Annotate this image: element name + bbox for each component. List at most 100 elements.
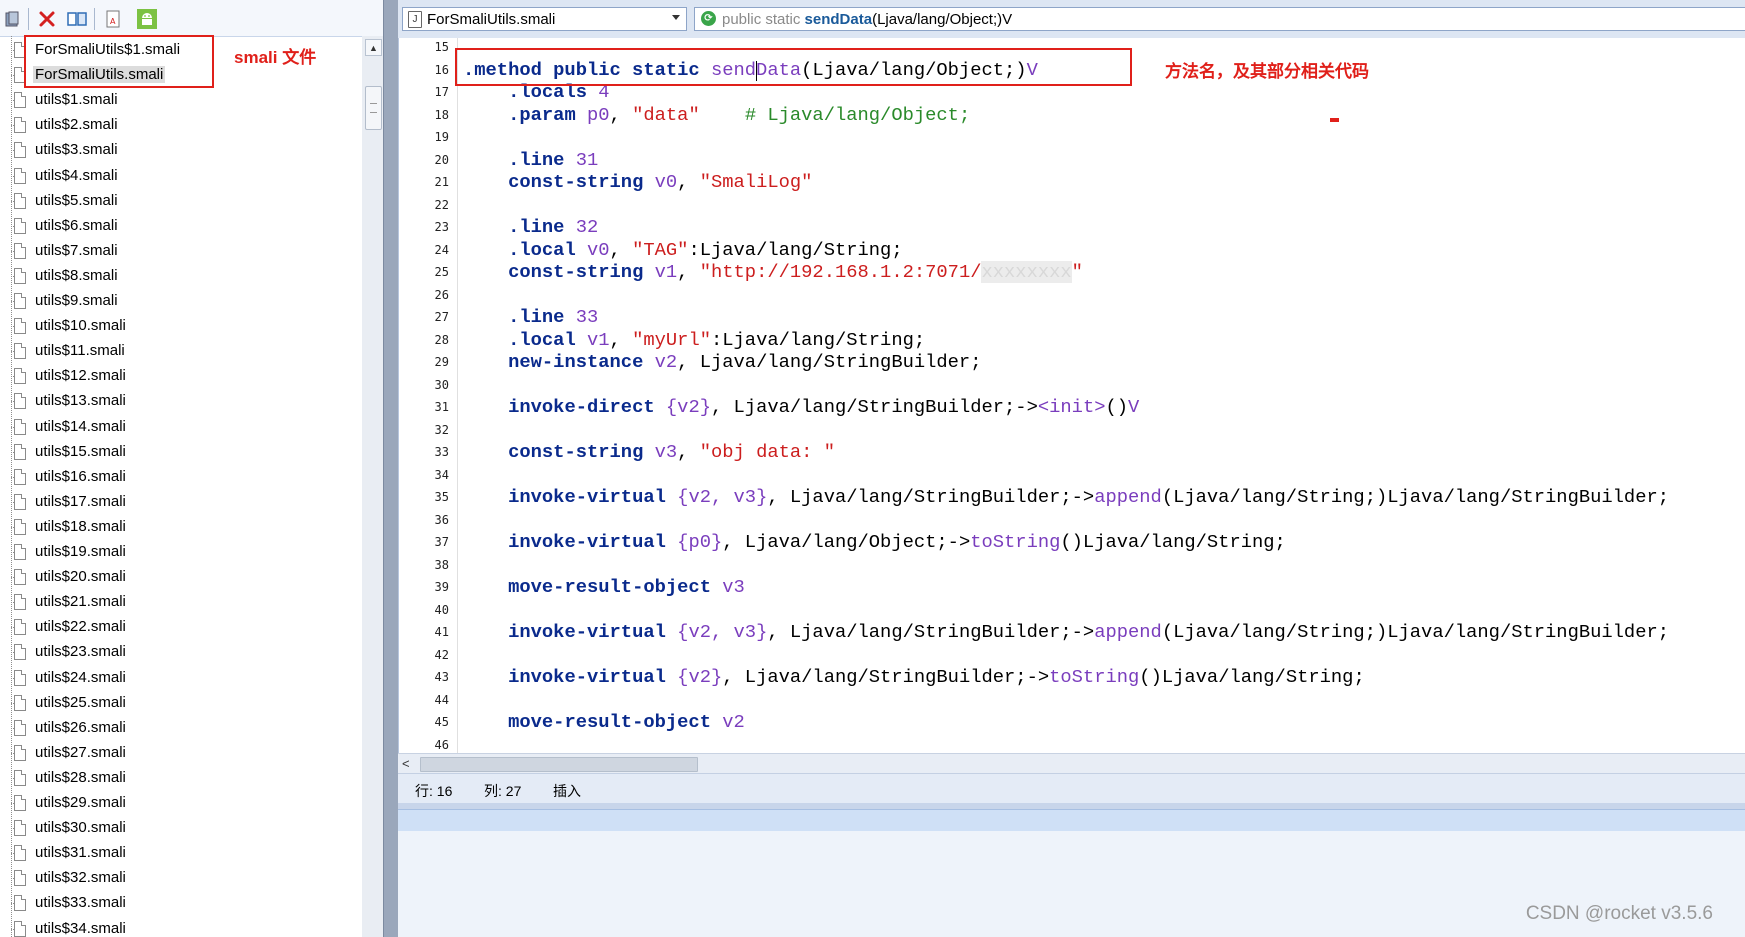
file-tree-item[interactable]: utils$7.smali: [0, 239, 362, 264]
file-tree-label: utils$29.smali: [35, 794, 126, 811]
code-line[interactable]: const-string v3, "obj data: ": [463, 441, 835, 463]
file-tree-item[interactable]: utils$25.smali: [0, 691, 362, 716]
file-tree-scrollbar[interactable]: ▲: [362, 36, 383, 937]
android-icon[interactable]: [136, 8, 158, 30]
file-tree-item[interactable]: utils$26.smali: [0, 716, 362, 741]
file-tree-item[interactable]: utils$9.smali: [0, 289, 362, 314]
file-tree-item[interactable]: utils$21.smali: [0, 590, 362, 615]
status-bar: 行: 16 列: 27 插入: [398, 773, 1745, 804]
method-name: sendData: [804, 11, 873, 28]
editor-horizontal-scrollbar[interactable]: <: [398, 753, 1745, 774]
code-line[interactable]: .line 31: [463, 149, 598, 171]
line-number: 18: [434, 107, 449, 122]
code-token: ,: [609, 103, 633, 126]
file-tree-item[interactable]: utils$19.smali: [0, 540, 362, 565]
code-editor[interactable]: 15 16 17 18 19 20 21 22 23 24 25 26 27 28 29 30 31 32 33 34…: [398, 38, 1745, 753]
file-tree-item[interactable]: utils$11.smali: [0, 339, 362, 364]
code-line[interactable]: invoke-virtual {p0}, Ljava/lang/Object;-…: [463, 531, 1286, 553]
file-selector-combo[interactable]: J ForSmaliUtils.smali: [402, 7, 687, 31]
file-tree-item[interactable]: utils$6.smali: [0, 214, 362, 239]
code-token: 31: [575, 148, 599, 171]
code-line[interactable]: .local v1, "myUrl":Ljava/lang/String;: [463, 329, 925, 351]
bottom-panel-header[interactable]: [398, 809, 1745, 833]
file-tree-label: utils$27.smali: [35, 743, 126, 761]
file-tree-item[interactable]: utils$16.smali: [0, 465, 362, 490]
file-tree-item[interactable]: utils$14.smali: [0, 415, 362, 440]
code-line[interactable]: const-string v0, "SmaliLog": [463, 171, 812, 193]
code-line[interactable]: const-string v1, "http://192.168.1.2:707…: [463, 261, 1083, 283]
code-line[interactable]: .local v0, "TAG":Ljava/lang/String;: [463, 239, 903, 261]
file-tree-item[interactable]: utils$17.smali: [0, 490, 362, 515]
method-selector-combo[interactable]: ⟳ public static sendData(Ljava/lang/Obje…: [694, 7, 1745, 31]
code-line[interactable]: .line 33: [463, 306, 598, 328]
line-number: 16: [434, 62, 449, 77]
file-tree-item[interactable]: utils$29.smali: [0, 791, 362, 816]
code-line[interactable]: .line 32: [463, 216, 598, 238]
file-tree-item[interactable]: utils$28.smali: [0, 766, 362, 791]
file-tree-item[interactable]: utils$30.smali: [0, 816, 362, 841]
scroll-left-arrow[interactable]: <: [402, 756, 410, 771]
code-line[interactable]: move-result-object v2: [463, 711, 745, 733]
file-tree-item[interactable]: utils$32.smali: [0, 866, 362, 891]
file-icon: [14, 242, 26, 259]
scroll-up-arrow[interactable]: ▲: [365, 39, 382, 56]
file-tree-item[interactable]: utils$24.smali: [0, 666, 362, 691]
file-tree-item[interactable]: utils$18.smali: [0, 515, 362, 540]
file-tree-item[interactable]: utils$5.smali: [0, 189, 362, 214]
file-tree-label: utils$18.smali: [35, 517, 126, 535]
file-tree-item[interactable]: utils$15.smali: [0, 440, 362, 465]
file-tree-item[interactable]: utils$13.smali: [0, 389, 362, 414]
file-tree-item[interactable]: utils$31.smali: [0, 841, 362, 866]
code-line[interactable]: invoke-direct {v2}, Ljava/lang/StringBui…: [463, 396, 1139, 418]
code-line[interactable]: invoke-virtual {v2, v3}, Ljava/lang/Stri…: [463, 486, 1669, 508]
file-tree-item[interactable]: utils$8.smali: [0, 264, 362, 289]
file-tree-item[interactable]: utils$12.smali: [0, 364, 362, 389]
line-number: 36: [434, 512, 449, 527]
file-tree-label: utils$30.smali: [35, 819, 126, 837]
file-tree-item[interactable]: utils$4.smali: [0, 164, 362, 189]
code-token: (Ljava/lang/String;)Ljava/lang/StringBui…: [1161, 486, 1670, 508]
code-area[interactable]: .method public static sendData(Ljava/lan…: [463, 38, 1745, 753]
file-tree-item[interactable]: utils$34.smali: [0, 917, 362, 937]
scroll-thumb[interactable]: [365, 86, 382, 130]
code-token: , Ljava/lang/StringBuilder;->: [722, 666, 1050, 688]
file-tree-item[interactable]: utils$33.smali: [0, 891, 362, 916]
line-number: 29: [434, 355, 449, 369]
code-line[interactable]: move-result-object v3: [463, 576, 745, 598]
chevron-down-icon[interactable]: [672, 15, 680, 20]
file-tree-item[interactable]: utils$1.smali: [0, 88, 362, 113]
code-token: append: [1094, 621, 1162, 643]
line-number: 38: [434, 557, 449, 572]
code-token: .line: [508, 148, 565, 171]
file-tree-item[interactable]: utils$2.smali: [0, 113, 362, 138]
code-token: {p0}: [677, 531, 723, 553]
svg-text:A: A: [110, 17, 116, 26]
file-tree-label: utils$2.smali: [35, 116, 118, 134]
code-token: ,: [677, 441, 700, 463]
horizontal-scroll-thumb[interactable]: [420, 757, 698, 772]
document-icon[interactable]: A: [102, 8, 124, 30]
line-number: 26: [434, 287, 449, 302]
split-view-icon[interactable]: [66, 8, 88, 30]
bookmark-icon[interactable]: [2, 8, 24, 30]
file-tree-item[interactable]: utils$22.smali: [0, 615, 362, 640]
status-column: 列: 27: [484, 783, 522, 799]
pane-splitter[interactable]: [383, 0, 399, 937]
file-tree-label: utils$5.smali: [35, 191, 118, 209]
delete-icon[interactable]: [36, 8, 58, 30]
code-line[interactable]: invoke-virtual {v2, v3}, Ljava/lang/Stri…: [463, 621, 1669, 643]
file-icon: [14, 920, 26, 937]
file-tree-item[interactable]: utils$3.smali: [0, 138, 362, 163]
code-line[interactable]: invoke-virtual {v2}, Ljava/lang/StringBu…: [463, 666, 1365, 688]
file-tree-item[interactable]: utils$23.smali: [0, 640, 362, 665]
code-line[interactable]: .param p0, "data" # Ljava/lang/Object;: [463, 104, 970, 126]
file-tree-item[interactable]: utils$27.smali: [0, 741, 362, 766]
code-line[interactable]: new-instance v2, Ljava/lang/StringBuilde…: [463, 351, 981, 373]
file-tree-item[interactable]: utils$10.smali: [0, 314, 362, 339]
file-tree-item[interactable]: utils$20.smali: [0, 565, 362, 590]
